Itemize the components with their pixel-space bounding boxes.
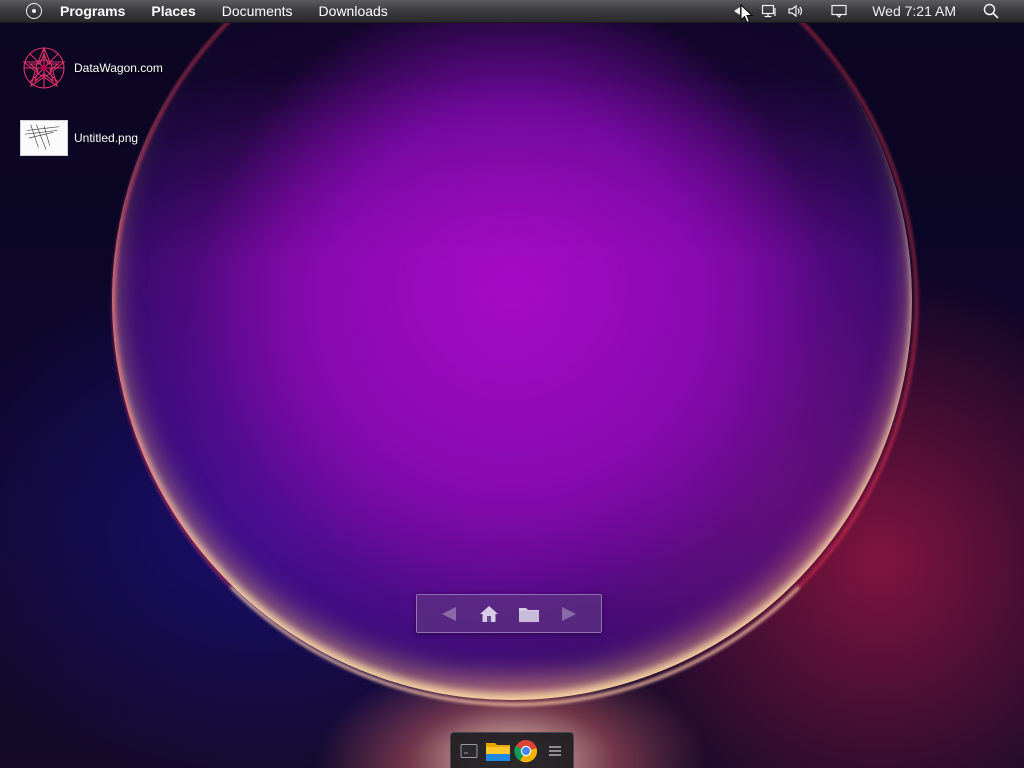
file-manager-folder-icon[interactable] bbox=[485, 738, 511, 764]
folder-icon[interactable] bbox=[516, 601, 542, 627]
desktop-icon-untitled-png[interactable]: Untitled.png bbox=[20, 116, 138, 160]
image-thumbnail-icon bbox=[20, 116, 68, 160]
menu-documents[interactable]: Documents bbox=[222, 0, 293, 22]
home-icon[interactable] bbox=[476, 601, 502, 627]
desktop-icon-label: Untitled.png bbox=[74, 131, 139, 145]
chrome-browser-icon[interactable] bbox=[513, 738, 539, 764]
menu-places[interactable]: Places bbox=[151, 0, 195, 22]
desktop: Programs Places Documents Downloads Wed … bbox=[0, 0, 1024, 768]
desktop-icon-datawagon[interactable]: DataWagon.com bbox=[20, 46, 163, 90]
system-tray: Wed 7:21 AM bbox=[730, 0, 1024, 22]
terminal-icon[interactable] bbox=[456, 738, 482, 764]
forward-arrow-icon[interactable] bbox=[556, 601, 582, 627]
navigation-panel bbox=[416, 594, 602, 633]
clock[interactable]: Wed 7:21 AM bbox=[872, 0, 956, 22]
volume-icon[interactable] bbox=[786, 0, 806, 22]
top-menubar: Programs Places Documents Downloads Wed … bbox=[0, 0, 1024, 23]
menu-downloads[interactable]: Downloads bbox=[319, 0, 388, 22]
dock bbox=[450, 732, 574, 768]
circle-dot-icon[interactable] bbox=[26, 3, 42, 19]
datawagon-logo-icon bbox=[20, 46, 68, 90]
menu-programs[interactable]: Programs bbox=[60, 0, 125, 22]
menu-icon[interactable] bbox=[542, 738, 568, 764]
notification-icon[interactable] bbox=[830, 0, 848, 22]
back-arrow-icon[interactable] bbox=[436, 601, 462, 627]
mouse-cursor-icon bbox=[740, 4, 754, 24]
desktop-icon-label: DataWagon.com bbox=[74, 61, 163, 75]
search-icon[interactable] bbox=[982, 0, 1000, 22]
network-icon[interactable] bbox=[760, 0, 778, 22]
